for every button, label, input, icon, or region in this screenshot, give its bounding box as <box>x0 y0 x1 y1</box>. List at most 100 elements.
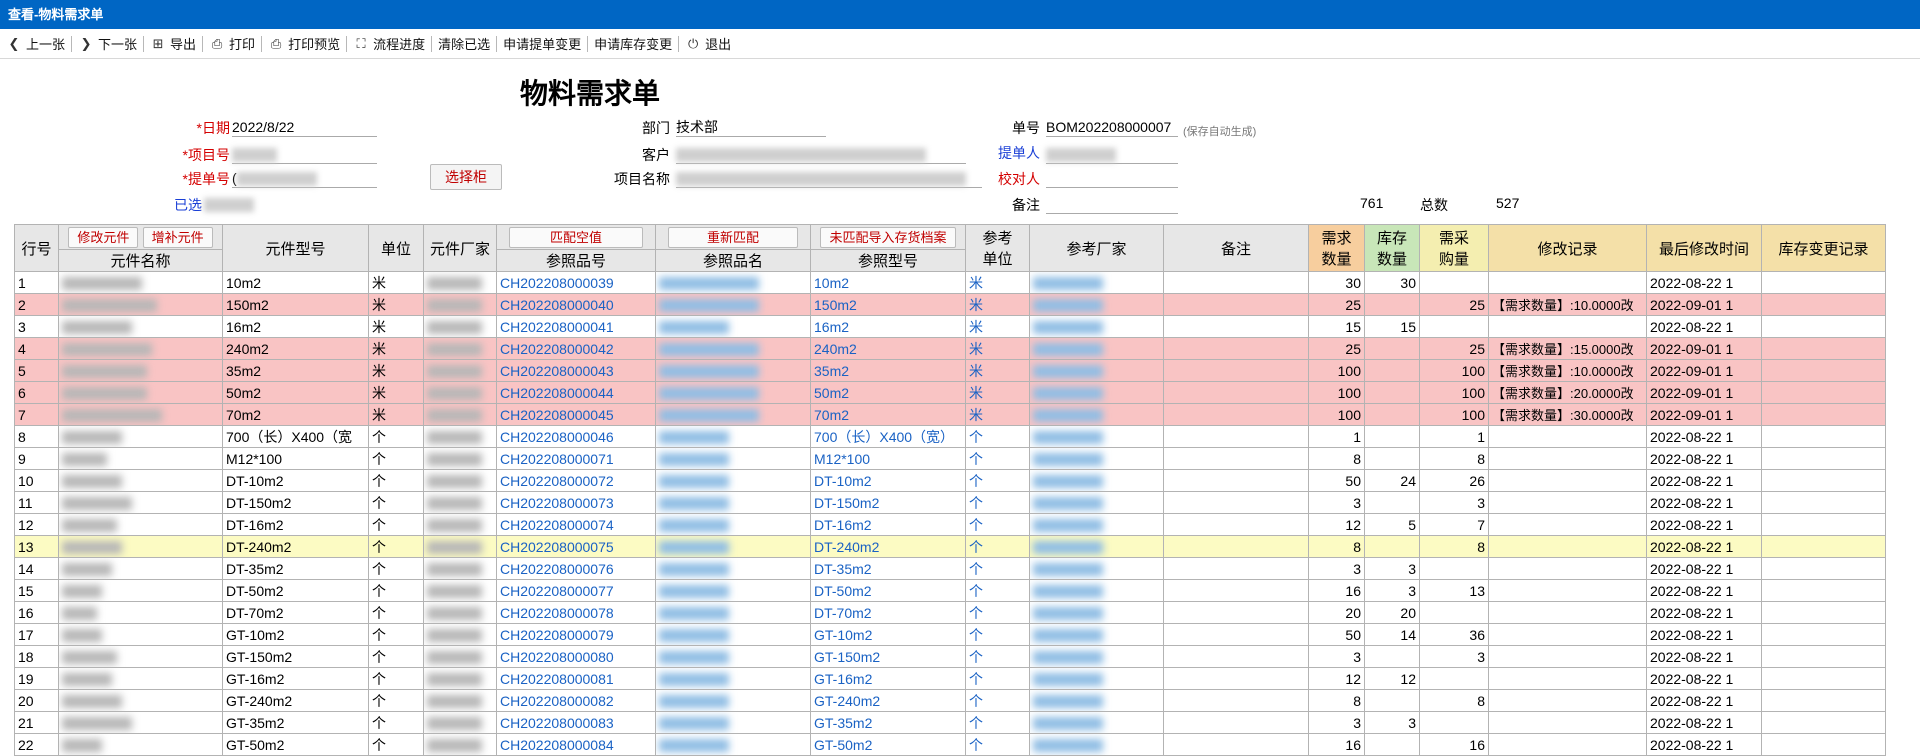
table-row[interactable]: 7 70m2 米 CH202208000045 70m2 米 100 100 【需求数量】:30… <box>14 403 1886 426</box>
match-empty-button[interactable]: 匹配空值 <box>508 226 643 248</box>
table-row[interactable]: 19 GT-16m2 个 CH202208000081 GT-16m2 个 12 12 2022… <box>14 667 1886 690</box>
cell-ref-code[interactable]: CH202208000083 <box>496 711 656 734</box>
table-row[interactable]: 11 DT-150m2 个 CH202208000073 DT-150m2 个 3 3 2022… <box>14 491 1886 514</box>
project-no-field[interactable] <box>232 145 377 164</box>
table-row[interactable]: 6 50m2 米 CH202208000044 50m2 米 100 100 【需求数量】:20… <box>14 381 1886 404</box>
cell-row-no: 3 <box>14 315 59 338</box>
table-row[interactable]: 22 GT-50m2 个 CH202208000084 GT-50m2 个 16 16 2022… <box>14 733 1886 756</box>
cell-ref-code[interactable]: CH202208000079 <box>496 623 656 646</box>
cell-remark <box>1163 689 1309 712</box>
cell-ref-model: DT-10m2 <box>810 469 966 492</box>
cell-stock-log <box>1761 513 1886 536</box>
cell-ref-code[interactable]: CH202208000072 <box>496 469 656 492</box>
cell-ref-code[interactable]: CH202208000082 <box>496 689 656 712</box>
cell-remark <box>1163 645 1309 668</box>
cell-unit: 个 <box>368 469 424 492</box>
cell-stock: 12 <box>1364 667 1420 690</box>
cell-qty: 3 <box>1308 491 1365 514</box>
customer-field[interactable] <box>676 145 966 164</box>
cell-ref-name <box>655 557 811 580</box>
edit-part-button[interactable]: 修改元件 <box>68 226 139 248</box>
change-order-button[interactable]: 申请提单变更 <box>497 33 587 55</box>
table-row[interactable]: 18 GT-150m2 个 CH202208000080 GT-150m2 个 3 3 2022… <box>14 645 1886 668</box>
export-button[interactable]: ⊞ 导出 <box>144 33 202 55</box>
cell-stock-log <box>1761 469 1886 492</box>
cell-ref-code[interactable]: CH202208000076 <box>496 557 656 580</box>
print-preview-button[interactable]: ⎙ 打印预览 <box>262 33 346 55</box>
table-row[interactable]: 14 DT-35m2 个 CH202208000076 DT-35m2 个 3 3 2022-0… <box>14 557 1886 580</box>
project-name-field[interactable] <box>676 169 982 188</box>
table-row[interactable]: 1 10m2 米 CH202208000039 10m2 米 30 30 2022-08-22 … <box>14 271 1886 294</box>
table-row[interactable]: 17 GT-10m2 个 CH202208000079 GT-10m2 个 50 14 36 20… <box>14 623 1886 646</box>
total-value: 527 <box>1496 195 1520 211</box>
cell-ref-code[interactable]: CH202208000039 <box>496 271 656 294</box>
checker-field[interactable] <box>1046 169 1178 188</box>
table-row[interactable]: 3 16m2 米 CH202208000041 16m2 米 15 15 2022-08-22 … <box>14 315 1886 338</box>
cell-ref-code[interactable]: CH202208000073 <box>496 491 656 514</box>
cell-stock <box>1364 359 1420 382</box>
cell-ref-code[interactable]: CH202208000075 <box>496 535 656 558</box>
pick-cabinet-button[interactable]: 选择柜 <box>430 164 502 190</box>
exit-button[interactable]: ⏻ 退出 <box>679 33 737 55</box>
col-ref-model-button: 未匹配导入存货档案 <box>810 224 966 250</box>
dept-field[interactable]: 技术部 <box>676 118 826 137</box>
table-row[interactable]: 21 GT-35m2 个 CH202208000083 GT-35m2 个 3 3 2022-0… <box>14 711 1886 734</box>
cell-ref-code[interactable]: CH202208000045 <box>496 403 656 426</box>
requester-field[interactable] <box>1046 145 1178 164</box>
date-field[interactable]: 2022/8/22 <box>232 118 377 137</box>
add-part-button[interactable]: 增补元件 <box>142 226 213 248</box>
cell-ref-code[interactable]: CH202208000071 <box>496 447 656 470</box>
clear-button[interactable]: 清除已选 <box>432 33 496 55</box>
table-row[interactable]: 2 150m2 米 CH202208000040 150m2 米 25 25 【需求数量】:10… <box>14 293 1886 316</box>
table-row[interactable]: 10 DT-10m2 个 CH202208000072 DT-10m2 个 50 24 26 20… <box>14 469 1886 492</box>
cell-ref-model: GT-35m2 <box>810 711 966 734</box>
cell-name <box>58 645 223 668</box>
cell-ref-code[interactable]: CH202208000074 <box>496 513 656 536</box>
table-row[interactable]: 20 GT-240m2 个 CH202208000082 GT-240m2 个 8 8 2022… <box>14 689 1886 712</box>
cell-ref-code[interactable]: CH202208000084 <box>496 733 656 756</box>
cell-ref-model: DT-70m2 <box>810 601 966 624</box>
cell-ref-code[interactable]: CH202208000077 <box>496 579 656 602</box>
table-row[interactable]: 9 M12*100 个 CH202208000071 M12*100 个 8 8 2022-08… <box>14 447 1886 470</box>
cell-ref-name <box>655 337 811 360</box>
cell-ref-code[interactable]: CH202208000043 <box>496 359 656 382</box>
table-row[interactable]: 8 700（长）X400（宽个 CH202208000046 700（长）X400（宽… <box>14 425 1886 448</box>
table-row[interactable]: 16 DT-70m2 个 CH202208000078 DT-70m2 个 20 20 2022… <box>14 601 1886 624</box>
table-row[interactable]: 15 DT-50m2 个 CH202208000077 DT-50m2 个 16 3 13 202… <box>14 579 1886 602</box>
cell-last-mod: 2022-08-22 1 <box>1646 491 1762 514</box>
cell-ref-code[interactable]: CH202208000042 <box>496 337 656 360</box>
cell-ref-code[interactable]: CH202208000078 <box>496 601 656 624</box>
table-row[interactable]: 13 DT-240m2 个 CH202208000075 DT-240m2 个 8 8 2022… <box>14 535 1886 558</box>
table-row[interactable]: 4 240m2 米 CH202208000042 240m2 米 25 25 【需求数量】:15… <box>14 337 1886 360</box>
date-label: *日期 <box>196 120 230 136</box>
remark-field[interactable] <box>1046 195 1178 214</box>
cell-name <box>58 601 223 624</box>
order-no-field[interactable]: ( <box>232 169 377 188</box>
change-stock-button[interactable]: 申请库存变更 <box>588 33 678 55</box>
cell-ref-code[interactable]: CH202208000041 <box>496 315 656 338</box>
cell-ref-code[interactable]: CH202208000040 <box>496 293 656 316</box>
cell-mod-log: 【需求数量】:15.0000改 <box>1488 337 1647 360</box>
cell-remark <box>1163 513 1309 536</box>
col-model: 元件型号 <box>222 224 369 272</box>
print-button[interactable]: ⎙ 打印 <box>203 33 261 55</box>
cell-maker <box>423 733 497 756</box>
next-button[interactable]: ❯ 下一张 <box>72 33 143 55</box>
cell-ref-code[interactable]: CH202208000046 <box>496 425 656 448</box>
import-unmatched-button[interactable]: 未匹配导入存货档案 <box>820 226 956 248</box>
cell-ref-code[interactable]: CH202208000044 <box>496 381 656 404</box>
cell-model: DT-150m2 <box>222 491 369 514</box>
table-row[interactable]: 5 35m2 米 CH202208000043 35m2 米 100 100 【需求数量】:10… <box>14 359 1886 382</box>
table-row[interactable]: 12 DT-16m2 个 CH202208000074 DT-16m2 个 12 5 7 2022… <box>14 513 1886 536</box>
cell-remark <box>1163 469 1309 492</box>
cell-remark <box>1163 381 1309 404</box>
toolbar-label: 退出 <box>705 37 732 52</box>
prev-button[interactable]: ❮ 上一张 <box>0 33 71 55</box>
cell-ref-code[interactable]: CH202208000080 <box>496 645 656 668</box>
rematch-button[interactable]: 重新匹配 <box>667 226 798 248</box>
cell-ref-code[interactable]: CH202208000081 <box>496 667 656 690</box>
selected-label: 已选 <box>174 197 202 213</box>
cell-maker <box>423 381 497 404</box>
cell-ref-name <box>655 315 811 338</box>
process-button[interactable]: ⛶ 流程进度 <box>347 33 431 55</box>
